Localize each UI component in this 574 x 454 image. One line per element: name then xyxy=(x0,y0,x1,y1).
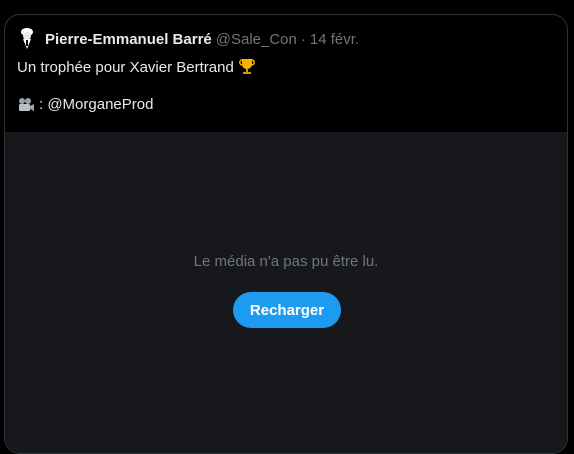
author-name[interactable]: Pierre-Emmanuel Barré xyxy=(45,31,212,48)
credit-text[interactable]: : @MorganeProd xyxy=(39,95,153,115)
tweet-header: Pierre-Emmanuel Barré @Sale_Con · 14 fév… xyxy=(17,27,359,51)
embedded-tweet-card[interactable]: Pierre-Emmanuel Barré @Sale_Con · 14 fév… xyxy=(4,14,568,454)
trophy-icon xyxy=(238,59,255,74)
separator-dot: · xyxy=(300,30,306,48)
media-error-message: Le média n'a pas pu être lu. xyxy=(193,253,379,270)
avatar[interactable] xyxy=(17,27,37,51)
avatar-silhouette-icon xyxy=(21,28,33,49)
media-container: Le média n'a pas pu être lu. Recharger xyxy=(5,132,567,453)
media-credit: : @MorganeProd xyxy=(17,95,153,115)
reload-button[interactable]: Recharger xyxy=(233,292,341,328)
author-handle[interactable]: @Sale_Con xyxy=(216,31,297,48)
movie-camera-icon xyxy=(19,98,34,111)
tweet-text: Un trophée pour Xavier Bertrand xyxy=(17,57,256,78)
tweet-text-content: Un trophée pour Xavier Bertrand xyxy=(17,59,234,76)
tweet-date[interactable]: 14 févr. xyxy=(310,31,359,48)
